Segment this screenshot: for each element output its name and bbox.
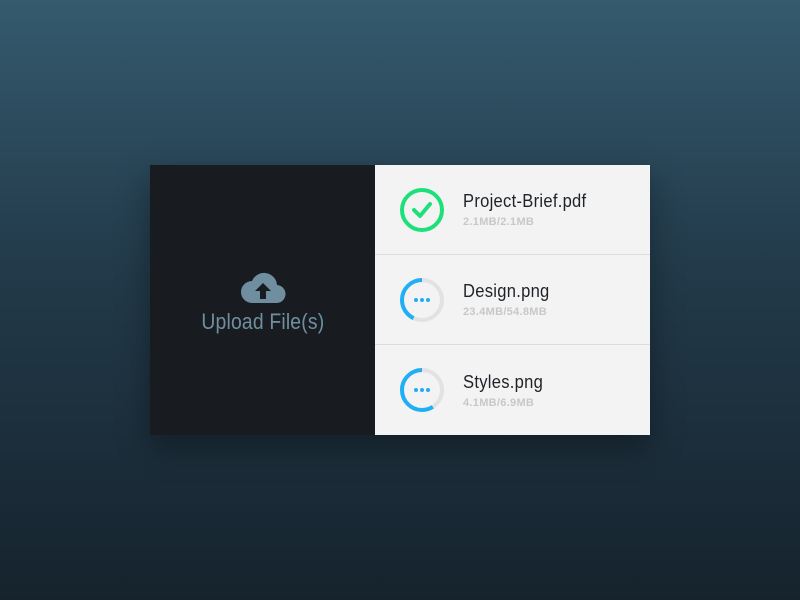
complete-check-icon xyxy=(400,187,444,232)
upload-widget: Upload File(s) Project-Brief.pdf 2.1MB/2… xyxy=(150,165,650,435)
file-row[interactable]: Design.png 23.4MB/54.8MB xyxy=(375,255,650,345)
file-name: Design.png xyxy=(463,281,550,301)
file-list: Project-Brief.pdf 2.1MB/2.1MB Design.png… xyxy=(375,165,650,435)
file-name: Styles.png xyxy=(463,371,544,392)
file-size: 4.1MB/6.9MB xyxy=(463,396,535,409)
file-name: Project-Brief.pdf xyxy=(463,191,587,211)
file-size: 2.1MB/2.1MB xyxy=(463,216,535,228)
upload-label: Upload File(s) xyxy=(201,309,324,334)
file-size: 23.4MB/54.8MB xyxy=(463,306,547,318)
cloud-upload-icon xyxy=(240,272,286,304)
file-row[interactable]: Styles.png 4.1MB/6.9MB xyxy=(375,345,650,435)
upload-button[interactable]: Upload File(s) xyxy=(150,165,375,435)
progress-ring-icon xyxy=(400,277,444,322)
file-row[interactable]: Project-Brief.pdf 2.1MB/2.1MB xyxy=(375,165,650,255)
progress-ring-icon xyxy=(400,368,444,412)
